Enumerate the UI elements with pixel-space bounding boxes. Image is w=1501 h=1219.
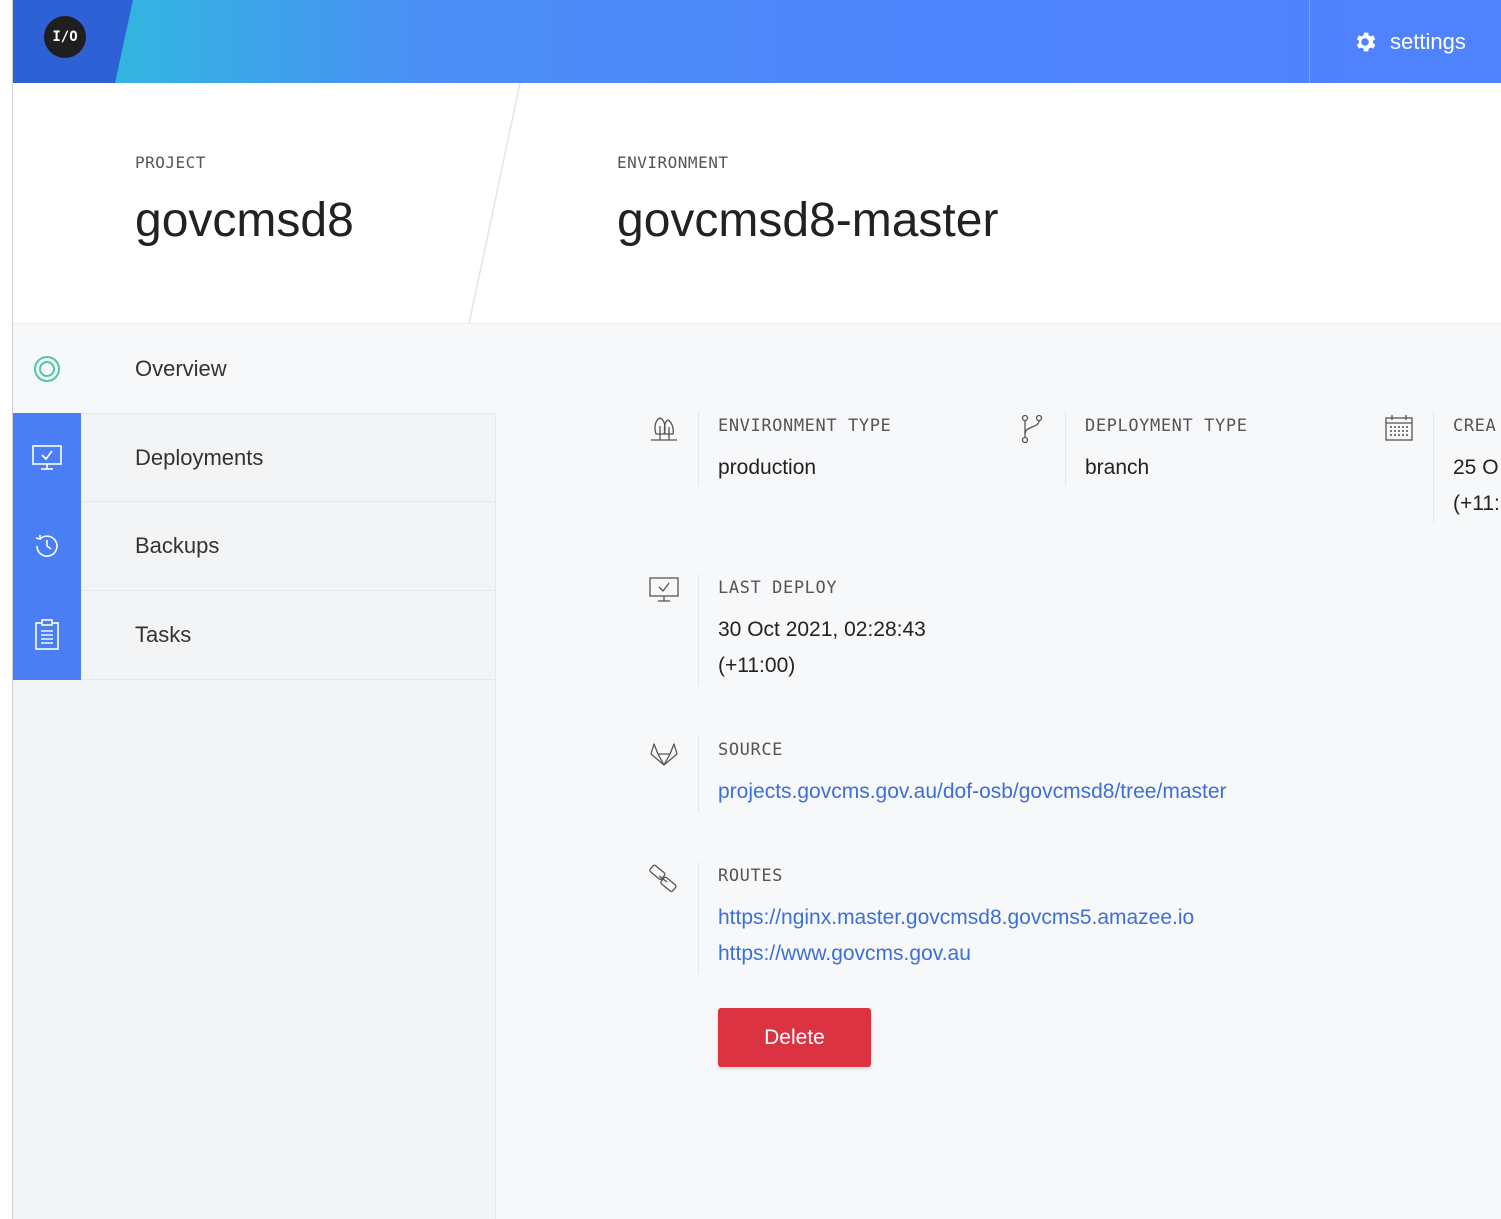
divider-slash [468,83,521,324]
sidebar-item-overview[interactable]: Overview [13,324,496,413]
route-link[interactable]: https://nginx.master.govcmsd8.govcms5.am… [718,900,1194,936]
sidebar: Overview Deployments Backups Tasks [13,324,496,1219]
trees-icon [651,417,677,441]
gitlab-icon [650,743,678,766]
created-value: 25 O (+11: [1453,456,1500,515]
created-label: CREA [1453,416,1497,436]
source-value: projects.govcms.gov.au/dof-osb/govcmsd8/… [718,774,1227,810]
routes-field: ROUTES https://nginx.master.govcmsd8.gov… [647,862,1367,974]
link-icon [649,864,677,893]
clipboard-icon [35,619,59,650]
deployment-type-field: DEPLOYMENT TYPE branch [1014,412,1374,486]
last-deploy-value: 30 Oct 2021, 02:28:43 (+11:00) [718,618,926,677]
last-deploy-label: LAST DEPLOY [718,578,838,598]
gear-icon [1356,32,1376,51]
app-window: I/O settings PROJECT govcmsd8 ENVIRONMEN… [12,0,1501,1219]
target-icon [34,355,60,382]
environment-label: ENVIRONMENT [617,153,729,172]
sidebar-item-label: Overview [135,355,227,381]
sidebar-item-label: Deployments [135,444,264,470]
last-deploy-field: LAST DEPLOY 30 Oct 2021, 02:28:43 (+11:0… [647,574,1247,686]
delete-button[interactable]: Delete [718,1008,871,1067]
settings-button[interactable]: settings [1309,0,1501,83]
monitor-check-icon [649,577,679,602]
deployment-type-label: DEPLOYMENT TYPE [1085,416,1248,436]
deployment-type-value: branch [1085,456,1150,479]
sidebar-item-tasks[interactable]: Tasks [13,590,496,680]
sidebar-item-deployments[interactable]: Deployments [13,413,496,502]
environment-type-field: ENVIRONMENT TYPE production [647,412,1007,486]
source-link[interactable]: projects.govcms.gov.au/dof-osb/govcmsd8/… [718,774,1227,810]
sidebar-item-backups[interactable]: Backups [13,501,496,591]
title-band: PROJECT govcmsd8 ENVIRONMENT govcmsd8-ma… [13,83,1501,324]
route-link[interactable]: https://www.govcms.gov.au [718,936,1194,972]
project-label: PROJECT [135,153,206,172]
sidebar-item-label: Backups [135,533,220,558]
main-body: Overview Deployments Backups Tasks ENVIR… [13,324,1501,1219]
source-field: SOURCE projects.govcms.gov.au/dof-osb/go… [647,736,1367,812]
monitor-check-icon [32,444,62,470]
top-header: I/O settings [13,0,1501,83]
logo-area[interactable]: I/O [13,0,133,83]
project-name: govcmsd8 [135,194,354,247]
settings-label: settings [1390,28,1466,54]
created-field: CREA 25 O (+11: [1382,412,1501,522]
routes-value: https://nginx.master.govcmsd8.govcms5.am… [718,900,1194,972]
environment-type-value: production [718,456,817,479]
source-label: SOURCE [718,740,784,760]
history-icon [35,535,58,557]
sidebar-item-label: Tasks [135,622,192,647]
routes-label: ROUTES [718,866,784,886]
logo[interactable]: I/O [44,16,86,58]
environment-type-label: ENVIRONMENT TYPE [718,416,892,436]
calendar-icon [1385,415,1413,441]
environment-name: govcmsd8-master [617,194,999,247]
git-branch-icon [1021,414,1043,444]
